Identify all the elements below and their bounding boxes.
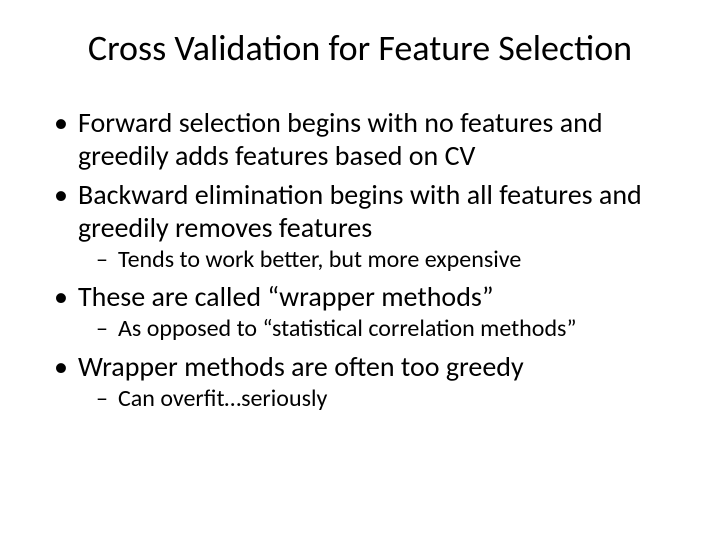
sub-list: As opposed to “statistical correlation m… [78,315,684,343]
bullet-text: Tends to work better, but more expensive [118,245,521,274]
list-item: Forward selection begins with no feature… [60,106,684,172]
sub-list: Can overfit…seriously [78,385,684,413]
list-item: As opposed to “statistical correlation m… [100,315,684,343]
bullet-list: Forward selection begins with no feature… [36,106,684,413]
bullet-text: Backward elimination begins with all fea… [78,177,642,245]
list-item: Backward elimination begins with all fea… [60,178,684,274]
bullet-text: Can overfit…seriously [118,384,327,413]
list-item: Tends to work better, but more expensive [100,246,684,274]
list-item: Can overfit…seriously [100,385,684,413]
slide: Cross Validation for Feature Selection F… [0,0,720,540]
sub-list: Tends to work better, but more expensive [78,246,684,274]
bullet-text: Wrapper methods are often too greedy [78,349,524,384]
bullet-text: These are called “wrapper methods” [78,279,494,314]
bullet-text: As opposed to “statistical correlation m… [118,314,576,343]
bullet-text: Forward selection begins with no feature… [78,105,603,173]
slide-title: Cross Validation for Feature Selection [36,26,684,70]
list-item: Wrapper methods are often too greedy Can… [60,350,684,413]
list-item: These are called “wrapper methods” As op… [60,280,684,343]
